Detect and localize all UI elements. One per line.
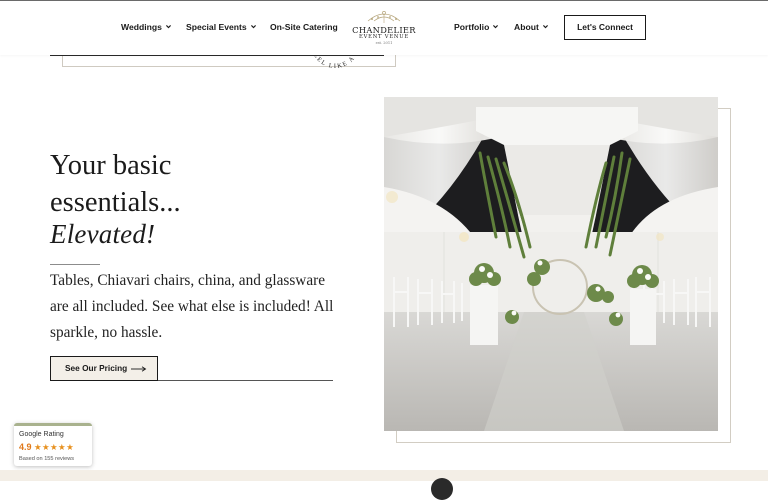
see-pricing-label: See Our Pricing (65, 363, 128, 373)
nav-portfolio-label: Portfolio (454, 22, 490, 32)
rating-review-count: Based on 155 reviews (19, 456, 75, 462)
logo-subtitle: EVENT VENUE (359, 34, 409, 40)
nav-on-site-catering-label: On-Site Catering (270, 22, 338, 32)
nav-special-events[interactable]: Special Events (186, 22, 257, 32)
rating-title: Google Rating (19, 431, 64, 438)
chevron-down-icon (493, 25, 499, 29)
site-header: Weddings Special Events On-Site Catering… (0, 0, 768, 55)
headline-line-2: essentials... (50, 187, 181, 218)
google-rating-badge[interactable]: Google Rating 4.9 ★★★★★ Based on 155 rev… (14, 423, 92, 466)
venue-photo (384, 97, 718, 431)
headline-line-1: Your basic (50, 150, 172, 181)
chandelier-emblem-icon (367, 11, 401, 23)
logo-tagline: est. 2011 (375, 41, 393, 45)
nav-weddings-label: Weddings (121, 22, 162, 32)
next-section-circle (431, 478, 453, 500)
chevron-down-icon (250, 25, 256, 29)
next-section-strip (0, 470, 768, 481)
lets-connect-button[interactable]: Let's Connect (564, 15, 646, 40)
arrow-right-icon (131, 366, 147, 372)
headline: Your basic essentials... (50, 147, 181, 221)
chevron-down-icon (165, 25, 171, 29)
nav-weddings[interactable]: Weddings (121, 22, 172, 32)
button-underline (158, 380, 333, 381)
rating-stars-icon: ★★★★★ (34, 442, 75, 452)
divider (50, 264, 100, 265)
ceremony-hall-image (384, 97, 718, 431)
rating-score: 4.9 (19, 442, 32, 452)
script-subheading: Elevated! (50, 219, 156, 249)
hero-description: Tables, Chiavari chairs, china, and glas… (50, 272, 334, 341)
nav-about[interactable]: About (514, 22, 549, 32)
chevron-down-icon (542, 25, 548, 29)
nav-special-events-label: Special Events (186, 22, 247, 32)
see-pricing-button[interactable]: See Our Pricing (50, 356, 158, 381)
nav-about-label: About (514, 22, 539, 32)
nav-portfolio[interactable]: Portfolio (454, 22, 499, 32)
chandelier-logo[interactable]: CHANDELIER EVENT VENUE est. 2011 (349, 9, 419, 47)
nav-on-site-catering[interactable]: On-Site Catering (270, 22, 338, 32)
